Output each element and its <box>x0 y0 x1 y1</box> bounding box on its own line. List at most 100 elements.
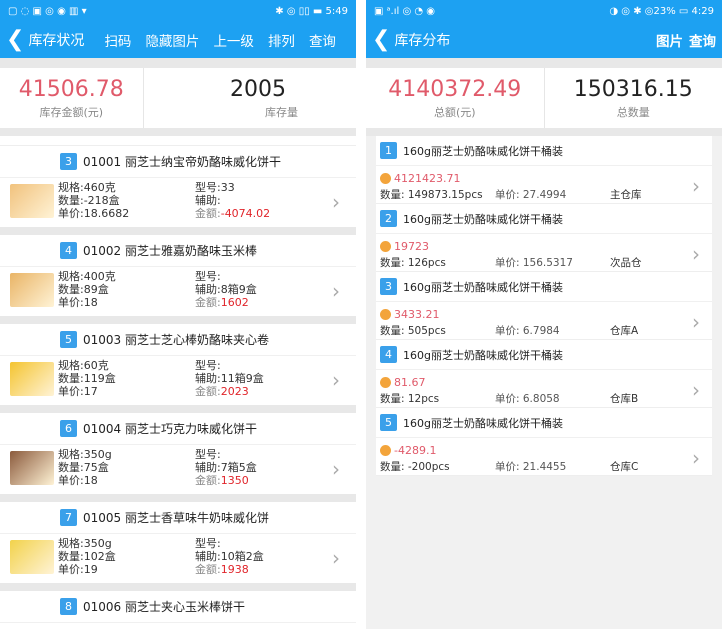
item-index-badge: 5 <box>380 414 397 431</box>
chevron-right-icon[interactable]: › <box>332 368 340 392</box>
chevron-right-icon[interactable]: › <box>332 546 340 570</box>
total-amount-value: 4140372.49 <box>388 76 522 102</box>
item-index-badge: 3 <box>380 278 397 295</box>
item-details: 81.67 数量: 12pcs 单价: 6.8058 仓库B › <box>376 370 712 407</box>
item-amount: 1602 <box>220 296 249 309</box>
chevron-right-icon[interactable]: › <box>332 190 340 214</box>
item-index-badge: 8 <box>60 598 77 615</box>
coin-icon <box>380 377 391 388</box>
item-index-badge: 4 <box>60 242 77 259</box>
item-qty: 数量:-218盒 <box>58 194 120 207</box>
list-item[interactable]: 4 160g丽芝士奶酪味威化饼干桶装 81.67 数量: 12pcs 单价: 6.805… <box>376 340 712 408</box>
item-index-badge: 4 <box>380 346 397 363</box>
chevron-right-icon[interactable]: › <box>692 446 700 470</box>
item-col-right: 型号:33 辅助: 金额:-4074.02 <box>195 178 305 227</box>
item-spec: 规格:400克 <box>58 270 116 283</box>
warehouse-list: 1 160g丽芝士奶酪味威化饼干桶装 4121423.71 数量: 149873.15… <box>366 136 722 476</box>
coin-icon <box>380 173 391 184</box>
item-qty: 数量:75盒 <box>58 461 109 474</box>
item-index-badge: 2 <box>380 210 397 227</box>
images-button[interactable]: 图片 <box>656 30 683 50</box>
item-qty: 数量:102盒 <box>58 550 116 563</box>
chevron-right-icon[interactable]: › <box>332 279 340 303</box>
item-warehouse: 仓库A <box>610 325 639 337</box>
product-thumbnail <box>10 273 54 307</box>
back-arrow-icon[interactable]: ❮ <box>372 29 390 51</box>
item-price: 单价: 6.7984 <box>495 325 560 337</box>
list-item[interactable]: 3 160g丽芝士奶酪味威化饼干桶装 3433.21 数量: 505pcs 单价: 6.… <box>376 272 712 340</box>
chevron-right-icon[interactable]: › <box>692 378 700 402</box>
hide-images-button[interactable]: 隐藏图片 <box>145 30 199 50</box>
item-details: 规格:460克 数量:-218盒 单价:18.6682 型号:33 辅助: 金额:-407… <box>0 178 356 227</box>
item-model: 型号: <box>195 270 221 283</box>
item-title: 01001 丽芝士纳宝帝奶酪味威化饼干 <box>83 155 281 169</box>
query-button[interactable]: 查询 <box>689 30 716 50</box>
item-qty: 数量: 126pcs <box>380 257 446 269</box>
page-title: 库存状况 <box>28 33 85 49</box>
item-amount-row: 3433.21 <box>380 302 712 321</box>
item-title: 01005 丽芝士香草味牛奶味威化饼 <box>83 511 269 525</box>
item-model: 型号: <box>195 537 221 550</box>
item-amount: 2023 <box>220 385 249 398</box>
list-item[interactable]: 3 01001 丽芝士纳宝帝奶酪味威化饼干 规格:460克 数量:-218盒 单价:18… <box>0 146 356 235</box>
item-col-right: 型号: 辅助:8箱9盒 金额:1602 <box>195 267 305 316</box>
item-header: 6 01004 丽芝士巧克力味威化饼干 <box>0 413 356 445</box>
product-list: 3 01001 丽芝士纳宝帝奶酪味威化饼干 规格:460克 数量:-218盒 单价:18… <box>0 146 356 629</box>
item-qty: 数量: 505pcs <box>380 325 446 337</box>
amount-summary: 41506.78 库存金额(元) <box>0 68 143 128</box>
item-header: 5 160g丽芝士奶酪味威化饼干桶装 <box>376 408 712 438</box>
item-amount-label: 金额: <box>195 296 221 309</box>
item-model: 型号: <box>195 359 221 372</box>
item-spec: 规格:460克 <box>58 181 116 194</box>
list-item[interactable]: 8 01006 丽芝士夹心玉米棒饼干 <box>0 591 356 629</box>
chevron-right-icon[interactable]: › <box>332 457 340 481</box>
list-item[interactable]: 2 160g丽芝士奶酪味威化饼干桶装 19723 数量: 126pcs 单价: 156.… <box>376 204 712 272</box>
item-aux: 辅助:11箱9盒 <box>195 372 264 385</box>
inventory-quantity-value: 2005 <box>230 76 286 102</box>
item-index-badge: 7 <box>60 509 77 526</box>
item-aux: 辅助:7箱5盒 <box>195 461 257 474</box>
chevron-right-icon[interactable]: › <box>692 174 700 198</box>
item-price: 单价: 27.4994 <box>495 189 567 201</box>
inventory-distribution-screen: ▣ ᵃ.ıl ◎ ◔ ◉ ◑ ◎ ✱ ◎23% ▭ 4:29 ❮ 库存分布 图片… <box>366 0 722 629</box>
item-amount-row: 4121423.71 <box>380 166 712 185</box>
app-bar-actions: 扫码 隐藏图片 上一级 排列 查询 <box>90 30 336 50</box>
chevron-right-icon[interactable]: › <box>692 242 700 266</box>
item-amount-row: 金额:-4074.02 <box>195 207 305 220</box>
chevron-right-icon[interactable]: › <box>692 310 700 334</box>
list-item[interactable]: 5 01003 丽芝士芝心棒奶酪味夹心卷 规格:60克 数量:119盒 单价:17 型号:… <box>0 324 356 413</box>
total-quantity-value: 150316.15 <box>573 76 693 102</box>
item-title: 160g丽芝士奶酪味威化饼干桶装 <box>403 280 563 294</box>
item-amount-label: 金额: <box>195 474 221 487</box>
item-title: 160g丽芝士奶酪味威化饼干桶装 <box>403 144 563 158</box>
item-details: 19723 数量: 126pcs 单价: 156.5317 次品仓 › <box>376 234 712 271</box>
item-amount-row: 金额:1350 <box>195 474 305 487</box>
scan-button[interactable]: 扫码 <box>104 30 131 50</box>
list-item[interactable]: 6 01004 丽芝士巧克力味威化饼干 规格:350g 数量:75盒 单价:18 型号: 辅… <box>0 413 356 502</box>
list-item[interactable]: 4 01002 丽芝士雅嘉奶酪味玉米棒 规格:400克 数量:89盒 单价:18 型号: 辅… <box>0 235 356 324</box>
sort-button[interactable]: 排列 <box>268 30 295 50</box>
up-level-button[interactable]: 上一级 <box>213 30 254 50</box>
item-header: 3 01001 丽芝士纳宝帝奶酪味威化饼干 <box>0 146 356 178</box>
app-bar: ❮ 库存状况 扫码 隐藏图片 上一级 排列 查询 <box>0 22 356 58</box>
item-amount: 1350 <box>220 474 249 487</box>
item-col-right: 型号: 辅助:7箱5盒 金额:1350 <box>195 445 305 494</box>
item-header: 3 160g丽芝士奶酪味威化饼干桶装 <box>376 272 712 302</box>
item-warehouse: 仓库C <box>610 461 639 473</box>
list-item[interactable]: 7 01005 丽芝士香草味牛奶味威化饼 规格:350g 数量:102盒 单价:19 型号… <box>0 502 356 591</box>
item-info-row: 数量: 149873.15pcs 单价: 27.4994 主仓库 <box>380 187 712 202</box>
item-qty: 数量:89盒 <box>58 283 109 296</box>
item-amount-row: 金额:1602 <box>195 296 305 309</box>
item-details: 3433.21 数量: 505pcs 单价: 6.7984 仓库A › <box>376 302 712 339</box>
item-amount-row: -4289.1 <box>380 438 712 457</box>
list-item[interactable]: 1 160g丽芝士奶酪味威化饼干桶装 4121423.71 数量: 149873.15… <box>376 136 712 204</box>
item-info-row: 数量: 126pcs 单价: 156.5317 次品仓 <box>380 255 712 270</box>
inventory-amount-value: 41506.78 <box>18 76 124 102</box>
back-arrow-icon[interactable]: ❮ <box>6 29 24 51</box>
item-amount: 4121423.71 <box>394 172 461 185</box>
query-button[interactable]: 查询 <box>309 30 336 50</box>
item-amount-row: 金额:2023 <box>195 385 305 398</box>
item-amount: 1938 <box>220 563 249 576</box>
list-item[interactable]: 5 160g丽芝士奶酪味威化饼干桶装 -4289.1 数量: -200pcs 单价: 2… <box>376 408 712 476</box>
item-col-left: 规格:460克 数量:-218盒 单价:18.6682 <box>58 178 148 227</box>
